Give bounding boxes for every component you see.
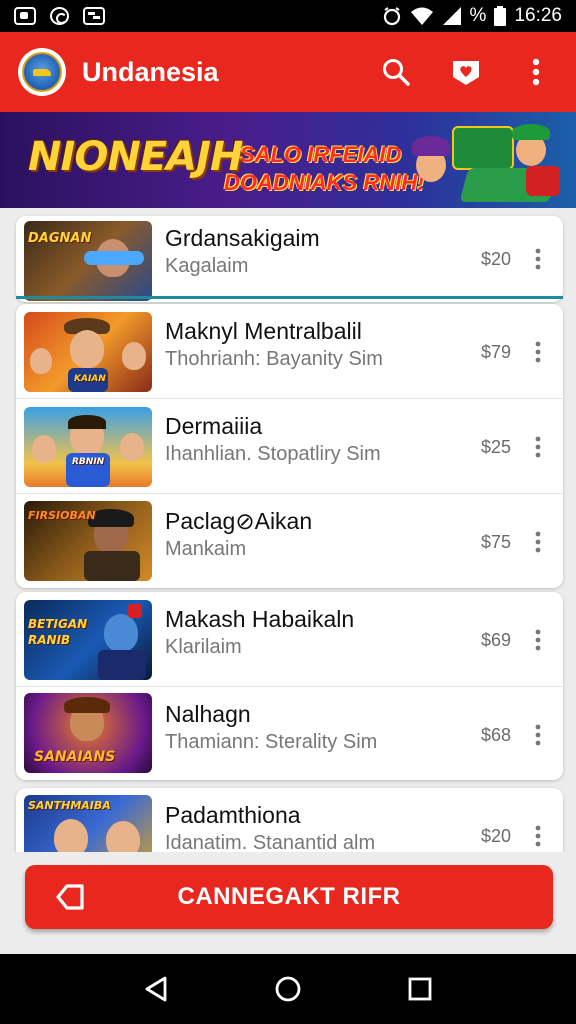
item-price: $75 <box>481 532 512 552</box>
item-menu-button[interactable] <box>528 816 548 852</box>
list-item[interactable]: BETIGAN RANIB Makash Habaikaln Klarilaim… <box>16 592 563 687</box>
primary-action-label: CANNEGAKT RIFR <box>177 883 401 910</box>
item-thumbnail: KAIAN <box>24 312 152 392</box>
banner-subtitle-2: DOADNIAKS RNIH! <box>224 170 425 195</box>
sync-icon <box>50 7 69 25</box>
gallery-icon <box>14 7 36 25</box>
banner-title: NIONEAJH <box>28 134 243 180</box>
wifi-icon <box>410 7 433 25</box>
signal-icon <box>442 7 461 25</box>
app-logo <box>18 48 66 96</box>
more-vert-icon <box>535 436 541 458</box>
home-button[interactable] <box>268 969 308 1009</box>
item-price: $20 <box>481 826 512 846</box>
search-icon <box>383 59 410 86</box>
overflow-menu-icon <box>532 58 540 86</box>
item-title: Padamthiona <box>165 802 301 828</box>
item-thumbnail: BETIGAN RANIB <box>24 600 152 680</box>
recents-icon <box>408 977 432 1001</box>
status-bar: % 16:26 <box>0 0 576 32</box>
battery-text: % <box>469 5 487 26</box>
item-menu-button[interactable] <box>528 239 548 279</box>
more-vert-icon <box>535 724 541 746</box>
item-menu-button[interactable] <box>528 620 548 660</box>
item-price: $69 <box>481 630 512 650</box>
list-item[interactable]: KAIAN Maknyl Mentralbalil Thohrianh: Bay… <box>16 304 563 399</box>
favorites-icon <box>453 61 479 85</box>
more-vert-icon <box>535 248 541 270</box>
list-item[interactable]: DAGNAN Grdansakigaim Kagalaim $20 <box>16 211 563 306</box>
battery-icon <box>494 6 507 26</box>
list-card: BETIGAN RANIB Makash Habaikaln Klarilaim… <box>16 592 563 780</box>
item-title: Nalhagn <box>165 701 251 727</box>
more-vert-icon <box>535 825 541 847</box>
item-thumbnail: SANAIANS <box>24 693 152 773</box>
item-subtitle: Idanatim. Stanantid alm <box>165 832 376 852</box>
item-subtitle: Thamiann: Sterality Sim <box>165 731 378 753</box>
item-thumbnail: RBNIN <box>24 407 152 487</box>
more-vert-icon <box>535 531 541 553</box>
list-card: DAGNAN Grdansakigaim Kagalaim $20 <box>16 216 563 302</box>
item-price: $79 <box>481 342 512 362</box>
item-menu-button[interactable] <box>528 522 548 562</box>
primary-action-button[interactable]: CANNEGAKT RIFR <box>25 865 553 929</box>
item-price: $20 <box>481 249 512 269</box>
item-subtitle: Klarilaim <box>165 636 242 658</box>
list-card: KAIAN Maknyl Mentralbalil Thohrianh: Bay… <box>16 304 563 588</box>
list-item[interactable]: FIRSIOBAN Paclag⊘Aikan Mankaim $75 <box>16 494 563 589</box>
item-price: $68 <box>481 725 512 745</box>
item-subtitle: Thohrianh: Bayanity Sim <box>165 348 383 370</box>
recents-button[interactable] <box>400 969 440 1009</box>
item-subtitle: Ihanhlian. Stopatliry Sim <box>165 443 381 465</box>
app-title: Undanesia <box>82 56 219 87</box>
banner-subtitle-1: SALO IRFEIAID <box>240 142 402 167</box>
list-item[interactable]: SANAIANS Nalhagn Thamiann: Sterality Sim… <box>16 687 563 782</box>
item-subtitle: Mankaim <box>165 538 247 560</box>
messages-icon <box>83 7 105 25</box>
back-icon <box>145 976 167 1002</box>
list-item[interactable]: SANTHMAIBA Padamthiona Idanatim. Stanant… <box>16 788 563 852</box>
item-title: Makash Habaikaln <box>165 606 355 632</box>
overflow-menu-button[interactable] <box>514 50 558 94</box>
item-menu-button[interactable] <box>528 332 548 372</box>
clock: 16:26 <box>514 5 562 26</box>
more-vert-icon <box>535 629 541 651</box>
item-thumbnail: SANTHMAIBA <box>24 795 152 852</box>
search-button[interactable] <box>374 50 418 94</box>
app-bar: Undanesia <box>0 32 576 112</box>
item-menu-button[interactable] <box>528 427 548 467</box>
bottom-action-area: CANNEGAKT RIFR <box>0 852 576 954</box>
system-nav-bar <box>0 954 576 1024</box>
tag-icon <box>56 884 84 910</box>
item-menu-button[interactable] <box>528 715 548 755</box>
item-title: Paclag⊘Aikan <box>165 508 313 534</box>
item-thumbnail: FIRSIOBAN <box>24 501 152 581</box>
back-button[interactable] <box>136 969 176 1009</box>
favorites-button[interactable] <box>444 50 488 94</box>
item-list: DAGNAN Grdansakigaim Kagalaim $20 KAIAN <box>0 208 576 852</box>
item-title: Dermaiiia <box>165 413 263 439</box>
item-title: Grdansakigaim <box>165 225 320 251</box>
list-item[interactable]: RBNIN Dermaiiia Ihanhlian. Stopatliry Si… <box>16 399 563 494</box>
item-thumbnail: DAGNAN <box>24 221 152 301</box>
home-icon <box>275 976 301 1002</box>
item-price: $25 <box>481 437 512 457</box>
more-vert-icon <box>535 341 541 363</box>
item-subtitle: Kagalaim <box>165 255 249 277</box>
promo-banner[interactable]: NIONEAJH SALO IRFEIAID DOADNIAKS RNIH! <box>0 112 576 208</box>
selection-indicator <box>16 296 563 299</box>
list-card: SANTHMAIBA Padamthiona Idanatim. Stanant… <box>16 788 563 852</box>
banner-artwork <box>406 112 576 208</box>
alarm-icon <box>383 7 400 26</box>
item-title: Maknyl Mentralbalil <box>165 318 362 344</box>
